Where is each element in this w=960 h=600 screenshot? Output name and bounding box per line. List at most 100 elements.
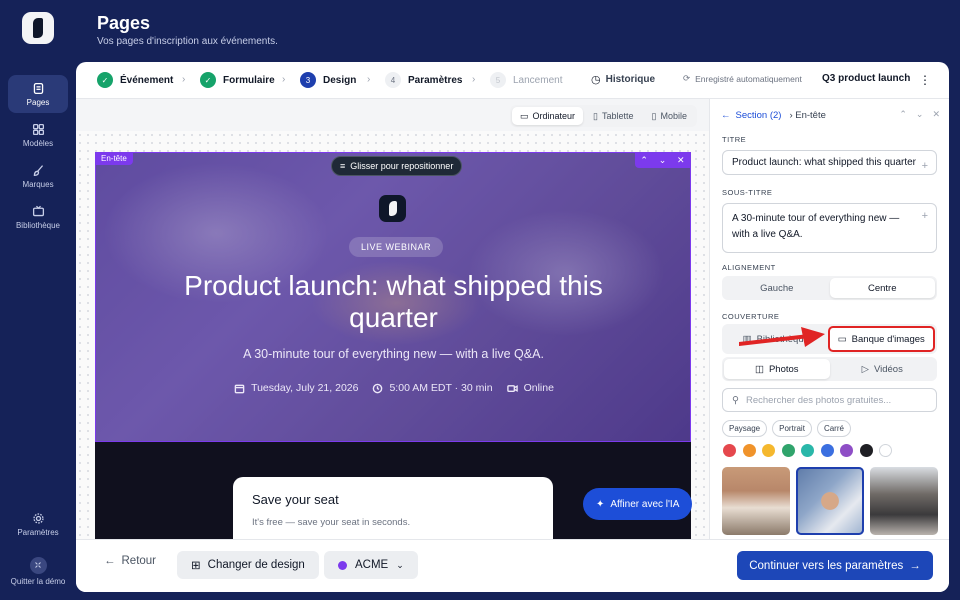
photo-thumbnail[interactable] (870, 467, 938, 535)
app-logo[interactable] (22, 12, 54, 44)
section-back-link[interactable]: ← Section (2) (721, 110, 781, 121)
play-icon: ▷ (861, 363, 869, 375)
chevron-right-icon: › (472, 74, 476, 85)
drag-handle[interactable]: ≡ Glisser pour repositionner (331, 156, 463, 176)
preview-area: ▭ Ordinateur ▯ Tablette ▯ Mobile LIVE WE… (76, 99, 709, 539)
calendar-icon (234, 384, 245, 393)
color-swatch[interactable] (859, 444, 873, 457)
color-swatch[interactable] (801, 444, 814, 457)
device-desktop[interactable]: ▭ Ordinateur (512, 107, 584, 125)
filter-paysage[interactable]: Paysage (722, 420, 768, 437)
section-tag: En-tête (95, 152, 133, 165)
nav-item-parametres[interactable]: Paramètres (8, 505, 68, 543)
color-swatch[interactable] (762, 444, 775, 457)
autosave-status: ⟳ Enregistré automatiquement (683, 73, 802, 84)
close-icon[interactable]: ✕ (677, 155, 685, 166)
annotation-arrow-icon (739, 327, 825, 347)
chevron-down-icon[interactable]: ⌄ (916, 109, 924, 120)
step-formulaire[interactable]: ✓ Formulaire (200, 72, 275, 88)
canvas: LIVE WEBINAR Product launch: what shippe… (76, 131, 709, 539)
nav-label: Marques (22, 179, 54, 189)
continue-button[interactable]: Continuer vers les paramètres → (737, 551, 933, 580)
chevron-up-icon[interactable]: ⌃ (899, 109, 907, 120)
arrow-right-icon: → (909, 559, 921, 572)
change-design-button[interactable]: ⊞ Changer de design (177, 551, 319, 579)
hero-title[interactable]: Product launch: what shipped this quarte… (136, 270, 651, 334)
registration-subtitle: It's free — save your seat in seconds. (252, 517, 411, 528)
nav-label: Modèles (22, 138, 54, 148)
step-evenement[interactable]: ✓ Événement (97, 72, 173, 88)
back-button[interactable]: ← Retour (104, 555, 156, 567)
media-type-toggle: ◫ Photos ▷ Vidéos (722, 357, 937, 381)
color-swatch[interactable] (840, 444, 853, 457)
sparkles-icon: ✦ (596, 498, 605, 510)
step-design[interactable]: 3 Design (300, 72, 356, 88)
color-swatch[interactable] (742, 444, 756, 457)
check-icon: ✓ (97, 72, 113, 88)
device-tablet[interactable]: ▯ Tablette (585, 107, 641, 125)
event-time: 5:00 AM EDT · 30 min (372, 382, 493, 394)
color-swatch[interactable] (781, 444, 795, 457)
photo-thumbnail-selected[interactable] (796, 467, 864, 535)
filter-carre[interactable]: Carré (816, 420, 851, 437)
color-swatch[interactable] (820, 444, 834, 457)
registration-title: Save your seat (252, 492, 339, 507)
nav-item-modeles[interactable]: Modèles (8, 116, 68, 154)
history-icon: ◷ (591, 74, 601, 86)
arrow-left-icon: ← (721, 110, 731, 121)
hero-meta: Tuesday, July 21, 2026 5:00 AM EDT · 30 … (96, 382, 690, 394)
color-filters (723, 444, 892, 457)
history-button[interactable]: ◷ Historique (591, 73, 655, 86)
align-left[interactable]: Gauche (724, 278, 830, 298)
step-parametres[interactable]: 4 Paramètres (385, 72, 462, 88)
photo-thumbnail[interactable] (722, 467, 790, 535)
align-center[interactable]: Centre (829, 278, 935, 298)
color-swatch[interactable] (723, 444, 736, 457)
plus-icon[interactable]: + (922, 208, 928, 224)
subtitle-label: SOUS-TITRE (722, 188, 773, 197)
step-lancement: 5 Lancement (490, 72, 562, 88)
hero-section[interactable]: LIVE WEBINAR Product launch: what shippe… (95, 152, 691, 442)
brush-icon (33, 164, 43, 176)
filter-portrait[interactable]: Portrait (772, 420, 812, 437)
brand-select[interactable]: ACME ⌄ (324, 551, 418, 579)
left-nav: Pages Modèles Marques Bibliothèque Param… (0, 0, 76, 600)
event-logo (379, 195, 406, 222)
move-down-icon[interactable]: ⌄ (659, 155, 667, 166)
nav-label: Quitter la démo (10, 576, 66, 586)
media-photos[interactable]: ◫ Photos (724, 359, 830, 379)
move-up-icon[interactable]: ⌃ (640, 155, 648, 166)
step-number: 3 (300, 72, 316, 88)
nav-item-marques[interactable]: Marques (8, 157, 68, 195)
registration-card: Save your seat It's free — save your sea… (233, 477, 553, 539)
cover-label: COUVERTURE (722, 312, 780, 321)
more-menu-icon[interactable]: ⋮ (919, 73, 931, 87)
ai-refine-button[interactable]: ✦ Affiner avec l'IA (583, 488, 693, 520)
footer-bar: ← Retour ⊞ Changer de design ACME ⌄ Cont… (76, 539, 949, 592)
gear-icon (32, 512, 44, 524)
properties-panel: ← Section (2) › En-tête ⌃ ⌄ ✕ TITRE Prod… (709, 99, 949, 539)
title-field[interactable]: Product launch: what shipped this quarte… (722, 150, 937, 175)
page-name: Q3 product launch (822, 73, 911, 84)
panel-controls: ⌃ ⌄ ✕ (899, 109, 940, 120)
source-stock-images[interactable]: ▭ Banque d'images (827, 326, 935, 352)
exit-icon (35, 562, 41, 568)
nav-item-quit-demo[interactable]: Quitter la démo (8, 552, 68, 590)
nav-label: Paramètres (17, 527, 59, 537)
page-subtitle: Vos pages d'inscription aux événements. (97, 36, 278, 47)
color-swatch[interactable] (879, 444, 892, 457)
section-controls: ⌃ ⌄ ✕ (635, 152, 690, 168)
hero-subtitle[interactable]: A 30-minute tour of everything new — wit… (136, 347, 651, 361)
nav-item-pages[interactable]: Pages (8, 75, 68, 113)
media-videos[interactable]: ▷ Vidéos (830, 359, 936, 379)
photo-search-input[interactable]: ⚲ Rechercher des photos gratuites... (722, 388, 937, 412)
nav-label: Bibliothèque (15, 220, 61, 230)
close-icon[interactable]: ✕ (932, 109, 940, 120)
sync-icon: ⟳ (683, 73, 691, 83)
step-number: 4 (385, 72, 401, 88)
plus-icon[interactable]: + (922, 155, 928, 174)
clock-icon (373, 383, 383, 393)
subtitle-field[interactable]: A 30-minute tour of everything new — wit… (722, 203, 937, 253)
nav-item-bibliotheque[interactable]: Bibliothèque (8, 198, 68, 236)
device-mobile[interactable]: ▯ Mobile (644, 107, 695, 125)
